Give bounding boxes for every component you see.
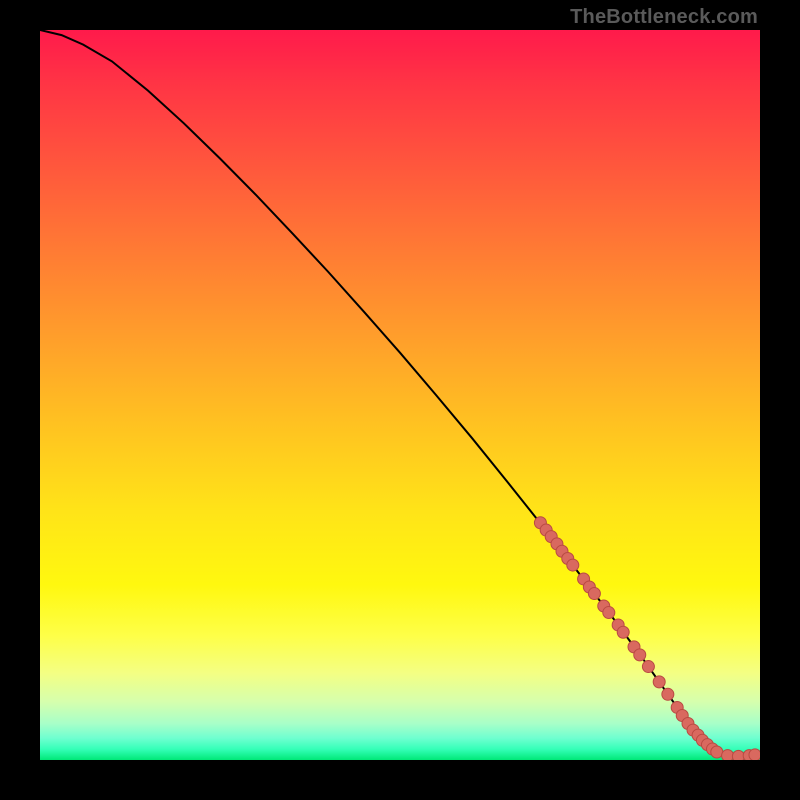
marker-point	[653, 676, 665, 688]
marker-point	[588, 588, 600, 600]
plot-area	[40, 30, 760, 760]
marker-point	[732, 750, 744, 760]
marker-point	[749, 749, 760, 760]
marker-point	[722, 750, 734, 760]
marker-point	[634, 649, 646, 661]
bottleneck-curve	[40, 30, 760, 757]
chart-frame: TheBottleneck.com	[0, 0, 800, 800]
marker-point	[642, 661, 654, 673]
marker-point	[617, 626, 629, 638]
marker-point	[662, 688, 674, 700]
watermark-text: TheBottleneck.com	[570, 6, 758, 29]
marker-group	[534, 517, 760, 760]
marker-point	[711, 746, 723, 758]
chart-overlay	[40, 30, 760, 760]
marker-point	[603, 607, 615, 619]
marker-point	[567, 559, 579, 571]
